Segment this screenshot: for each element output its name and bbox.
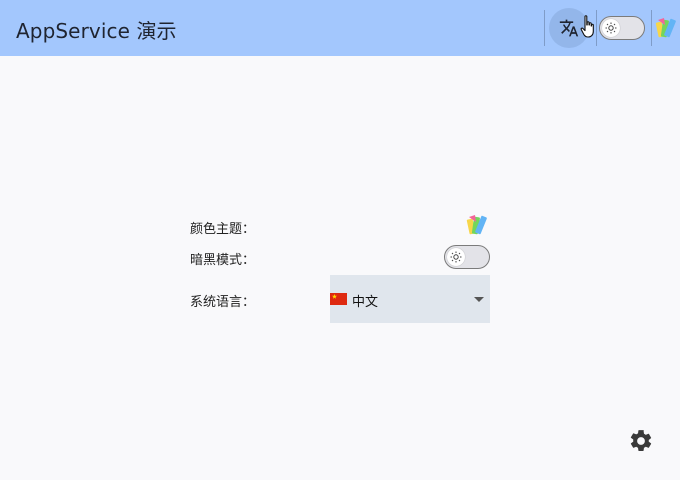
toggle-knob — [602, 19, 620, 37]
toolbar-divider — [544, 10, 545, 46]
toggle-knob — [447, 248, 465, 266]
gear-icon[interactable] — [628, 428, 654, 454]
china-flag-icon — [330, 293, 347, 305]
appbar-dark-mode-toggle[interactable] — [599, 16, 645, 40]
app-bar: AppService 演示 — [0, 0, 680, 56]
language-label: 系统语言： — [190, 295, 256, 310]
color-theme-label: 颜色主题： — [190, 222, 256, 237]
dark-mode-row: 暗黑模式： — [190, 243, 490, 271]
dropdown-arrow-icon — [474, 297, 484, 302]
app-title: AppService 演示 — [16, 19, 177, 43]
sun-icon — [605, 22, 617, 34]
dark-mode-toggle[interactable] — [444, 245, 490, 269]
sun-icon — [450, 251, 462, 263]
dark-mode-label: 暗黑模式： — [190, 253, 256, 268]
rainbow-palette-icon[interactable] — [655, 16, 679, 40]
language-row: 系统语言： 中文 — [190, 275, 490, 323]
language-select[interactable]: 中文 — [330, 275, 490, 323]
toolbar-divider — [651, 10, 652, 46]
toolbar-divider — [596, 10, 597, 46]
rainbow-palette-icon[interactable] — [466, 213, 490, 237]
color-theme-row: 颜色主题： — [190, 213, 490, 237]
language-select-value: 中文 — [352, 295, 379, 310]
star-icon — [332, 294, 337, 299]
translate-icon — [559, 19, 579, 37]
